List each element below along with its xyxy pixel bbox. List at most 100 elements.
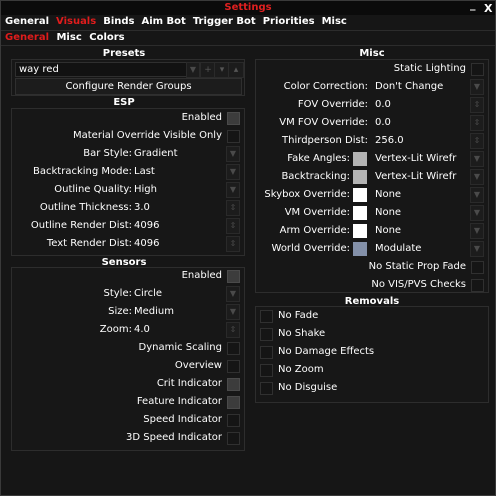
chevron-down-icon[interactable]: ▼ bbox=[470, 223, 484, 239]
sensors-style-value[interactable]: Circle bbox=[134, 286, 162, 302]
skybox-override-value[interactable]: None bbox=[375, 187, 401, 203]
no-disguise-label: No Disguise bbox=[278, 382, 338, 393]
no-shake-checkbox[interactable] bbox=[260, 328, 273, 341]
tab-general[interactable]: General bbox=[5, 16, 49, 27]
subtab-colors[interactable]: Colors bbox=[89, 32, 124, 43]
sensors-enabled-checkbox[interactable] bbox=[227, 270, 240, 283]
vm-override-value[interactable]: None bbox=[375, 205, 401, 221]
backtracking-value[interactable]: Vertex-Lit Wirefr bbox=[375, 169, 456, 185]
outline-quality-value[interactable]: High bbox=[134, 182, 157, 198]
fake-angles-color-swatch[interactable] bbox=[353, 152, 367, 166]
color-correction-label: Color Correction: bbox=[283, 81, 368, 92]
sub-tabs: General Misc Colors bbox=[5, 32, 129, 46]
overview-checkbox[interactable] bbox=[227, 360, 240, 373]
tab-trigger-bot[interactable]: Trigger Bot bbox=[193, 16, 256, 27]
chevron-down-icon[interactable]: ▼ bbox=[226, 286, 240, 302]
outline-thickness-label: Outline Thickness: bbox=[39, 202, 132, 213]
tab-aim-bot[interactable]: Aim Bot bbox=[141, 16, 185, 27]
speed-indicator-checkbox[interactable] bbox=[227, 414, 240, 427]
static-lighting-checkbox[interactable] bbox=[471, 63, 484, 76]
stepper-icon[interactable]: ⇕ bbox=[226, 200, 240, 216]
stepper-icon[interactable]: ⇕ bbox=[226, 218, 240, 234]
chevron-down-icon[interactable]: ▼ bbox=[226, 164, 240, 180]
vm-fov-override-label: VM FOV Override: bbox=[279, 117, 368, 128]
outline-thickness-value[interactable]: 3.0 bbox=[134, 200, 150, 216]
outline-render-dist-value[interactable]: 4096 bbox=[134, 218, 159, 234]
minimize-button[interactable]: _ bbox=[470, 0, 476, 11]
vm-override-label: VM Override: bbox=[284, 207, 350, 218]
esp-enabled-checkbox[interactable] bbox=[227, 112, 240, 125]
chevron-down-icon[interactable]: ▼ bbox=[226, 146, 240, 162]
fake-angles-value[interactable]: Vertex-Lit Wirefr bbox=[375, 151, 456, 167]
tab-priorities[interactable]: Priorities bbox=[263, 16, 315, 27]
chevron-down-icon[interactable]: ▼ bbox=[226, 304, 240, 320]
title-bar[interactable]: Settings _ X bbox=[1, 0, 495, 15]
sensors-panel: Enabled Style: Circle ▼ Size: Medium ▼ Z… bbox=[11, 267, 245, 451]
arm-override-value[interactable]: None bbox=[375, 223, 401, 239]
misc-header: Misc bbox=[359, 48, 385, 59]
stepper-icon[interactable]: ⇕ bbox=[470, 97, 484, 113]
stepper-icon[interactable]: ⇕ bbox=[226, 322, 240, 338]
upload-preset-icon[interactable]: ▴ bbox=[228, 62, 244, 78]
vm-fov-override-value[interactable]: 0.0 bbox=[375, 115, 391, 131]
no-disguise-checkbox[interactable] bbox=[260, 382, 273, 395]
configure-render-groups-button[interactable]: Configure Render Groups bbox=[15, 78, 242, 95]
chevron-down-icon[interactable]: ▼ bbox=[470, 169, 484, 185]
dynamic-scaling-checkbox[interactable] bbox=[227, 342, 240, 355]
chevron-down-icon[interactable]: ▼ bbox=[226, 182, 240, 198]
chevron-down-icon[interactable]: ▼ bbox=[470, 151, 484, 167]
vm-override-color-swatch[interactable] bbox=[353, 206, 367, 220]
material-override-checkbox[interactable] bbox=[227, 130, 240, 143]
stepper-icon[interactable]: ⇕ bbox=[470, 133, 484, 149]
world-override-color-swatch[interactable] bbox=[353, 242, 367, 256]
outline-render-dist-label: Outline Render Dist: bbox=[30, 220, 132, 231]
close-button[interactable]: X bbox=[484, 2, 492, 15]
bar-style-value[interactable]: Gradient bbox=[134, 146, 178, 162]
window-title: Settings bbox=[224, 2, 272, 13]
bar-style-label: Bar Style: bbox=[83, 148, 132, 159]
tab-visuals[interactable]: Visuals bbox=[56, 16, 96, 27]
main-tabs: General Visuals Binds Aim Bot Trigger Bot Pri… bbox=[5, 16, 354, 30]
chevron-down-icon[interactable]: ▼ bbox=[186, 62, 200, 78]
fov-override-value[interactable]: 0.0 bbox=[375, 97, 391, 113]
crit-indicator-checkbox[interactable] bbox=[227, 378, 240, 391]
crit-indicator-label: Crit Indicator bbox=[156, 378, 222, 389]
no-damage-effects-checkbox[interactable] bbox=[260, 346, 273, 359]
text-render-dist-value[interactable]: 4096 bbox=[134, 236, 159, 252]
color-correction-value[interactable]: Don't Change bbox=[375, 79, 443, 95]
tab-misc[interactable]: Misc bbox=[322, 16, 347, 27]
preset-select[interactable]: way red bbox=[15, 62, 191, 77]
tab-binds[interactable]: Binds bbox=[103, 16, 134, 27]
backtracking-color-swatch[interactable] bbox=[353, 170, 367, 184]
feature-indicator-checkbox[interactable] bbox=[227, 396, 240, 409]
fake-angles-label: Fake Angles: bbox=[287, 153, 350, 164]
chevron-down-icon[interactable]: ▼ bbox=[470, 205, 484, 221]
sensors-zoom-value[interactable]: 4.0 bbox=[134, 322, 150, 338]
no-static-prop-fade-checkbox[interactable] bbox=[471, 261, 484, 274]
backtracking-mode-label: Backtracking Mode: bbox=[33, 166, 132, 177]
backtracking-mode-value[interactable]: Last bbox=[134, 164, 155, 180]
speed3d-indicator-checkbox[interactable] bbox=[227, 432, 240, 445]
chevron-down-icon[interactable]: ▼ bbox=[470, 79, 484, 95]
thirdperson-dist-value[interactable]: 256.0 bbox=[375, 133, 404, 149]
stepper-icon[interactable]: ⇕ bbox=[226, 236, 240, 252]
chevron-down-icon[interactable]: ▼ bbox=[470, 241, 484, 257]
sensors-size-value[interactable]: Medium bbox=[134, 304, 174, 320]
skybox-color-swatch[interactable] bbox=[353, 188, 367, 202]
no-fade-checkbox[interactable] bbox=[260, 310, 273, 323]
no-vis-pvs-label: No VIS/PVS Checks bbox=[371, 279, 466, 290]
stepper-icon[interactable]: ⇕ bbox=[470, 115, 484, 131]
arm-override-color-swatch[interactable] bbox=[353, 224, 367, 238]
material-override-label: Material Override Visible Only bbox=[73, 130, 222, 141]
chevron-down-icon[interactable]: ▼ bbox=[470, 187, 484, 203]
subtab-misc[interactable]: Misc bbox=[56, 32, 81, 43]
no-shake-label: No Shake bbox=[278, 328, 326, 339]
no-fade-label: No Fade bbox=[278, 310, 319, 321]
no-vis-pvs-checkbox[interactable] bbox=[471, 279, 484, 292]
sensors-zoom-label: Zoom: bbox=[99, 324, 132, 335]
world-override-value[interactable]: Modulate bbox=[375, 241, 421, 257]
subtab-general[interactable]: General bbox=[5, 32, 49, 43]
no-damage-effects-label: No Damage Effects bbox=[278, 346, 375, 357]
sensors-style-label: Style: bbox=[103, 288, 133, 299]
no-zoom-checkbox[interactable] bbox=[260, 364, 273, 377]
